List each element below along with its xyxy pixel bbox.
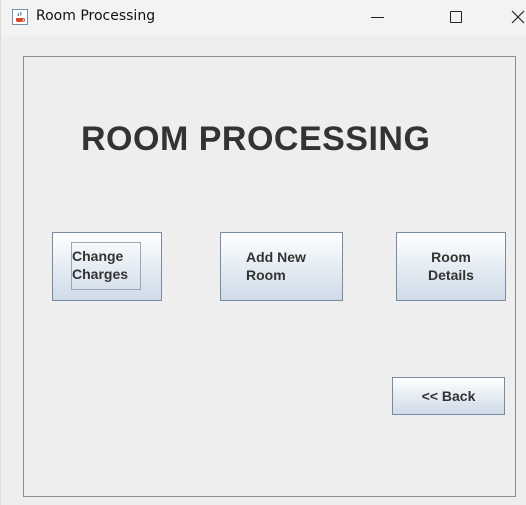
- title-bar[interactable]: Room Processing: [1, 0, 526, 36]
- change-charges-button[interactable]: Change Charges: [52, 232, 162, 301]
- add-new-room-button[interactable]: Add New Room: [220, 232, 343, 301]
- close-button[interactable]: [499, 0, 526, 34]
- page-title: ROOM PROCESSING: [81, 120, 431, 158]
- room-details-button[interactable]: Room Details: [396, 232, 506, 301]
- back-label: << Back: [421, 388, 476, 404]
- add-new-room-label: Add New Room: [246, 249, 306, 283]
- java-coffee-cup-icon[interactable]: [12, 9, 28, 25]
- window-title: Room Processing: [36, 8, 156, 24]
- minimize-button[interactable]: [359, 0, 405, 34]
- maximize-button[interactable]: [434, 0, 480, 34]
- back-button[interactable]: << Back: [392, 377, 505, 415]
- change-charges-label: Change Charges: [72, 248, 129, 282]
- room-processing-panel: ROOM PROCESSING Change Charges Add New R…: [23, 56, 516, 497]
- room-processing-window: Room Processing ROOM PROCESSING Change C…: [0, 0, 526, 505]
- maximize-icon: [450, 11, 462, 23]
- close-icon: [511, 10, 525, 24]
- minimize-icon: [371, 17, 384, 18]
- room-details-label: Room Details: [428, 249, 474, 283]
